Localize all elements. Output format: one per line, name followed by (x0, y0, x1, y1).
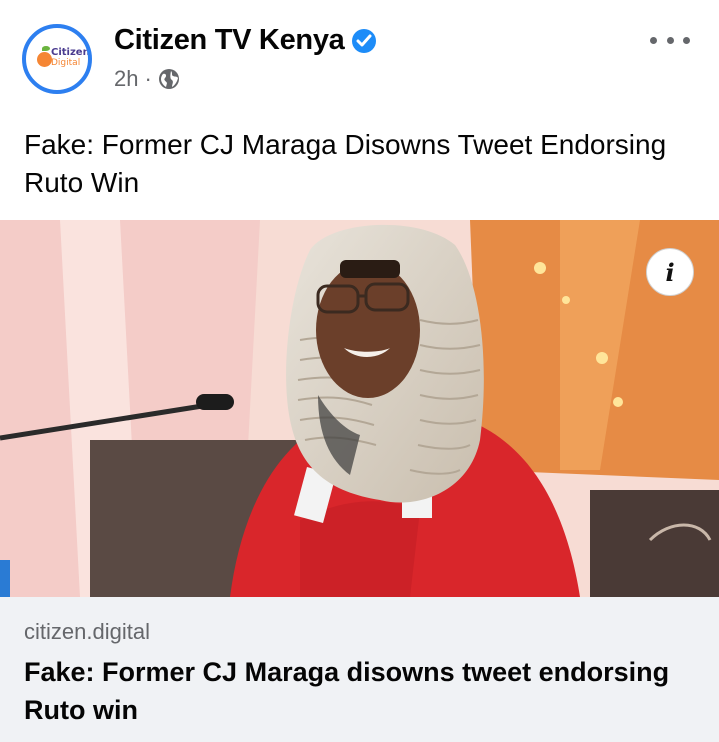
logo-leaf-mark (42, 46, 50, 51)
ellipsis-icon (650, 36, 657, 44)
page-name[interactable]: Citizen TV Kenya (114, 24, 345, 57)
info-icon: i (665, 257, 675, 287)
meta-separator: · (144, 66, 152, 91)
logo-line2: Digital (51, 58, 81, 68)
ellipsis-dot (666, 36, 674, 44)
page-avatar[interactable]: Citizen Digital (22, 24, 92, 94)
citizen-digital-logo: Citizen Digital (32, 34, 88, 84)
ellipsis-dot (683, 36, 690, 44)
link-title[interactable]: Fake: Former CJ Maraga disowns tweet end… (24, 653, 694, 729)
post-header: Citizen Digital Citizen TV Kenya 2h · (0, 0, 719, 110)
judge-photo-illustration (0, 220, 719, 597)
verified-badge-icon (352, 28, 377, 53)
logo-orange-mark (37, 52, 52, 67)
post-time[interactable]: 2h (114, 66, 138, 92)
more-options-button[interactable] (650, 30, 690, 50)
link-preview[interactable]: citizen.digital Fake: Former CJ Maraga d… (0, 597, 719, 742)
post-meta: 2h · (114, 66, 180, 92)
link-domain: citizen.digital (24, 619, 150, 644)
info-button[interactable]: i (646, 248, 694, 296)
post-photo[interactable] (0, 220, 719, 597)
globe-icon (158, 69, 179, 89)
logo-text: Citizen Digital (51, 47, 90, 69)
logo-line1: Citizen (51, 47, 90, 58)
page-name-row: Citizen TV Kenya (114, 24, 377, 57)
post-text: Fake: Former CJ Maraga Disowns Tweet End… (24, 129, 667, 198)
